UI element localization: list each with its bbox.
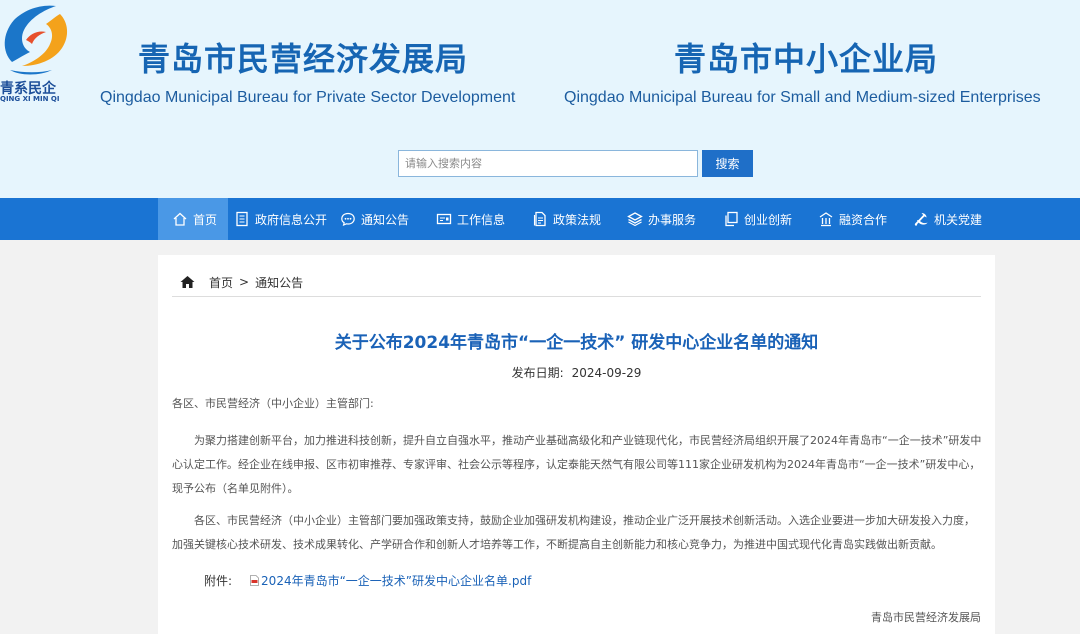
nav-item-label: 政策法规	[553, 212, 602, 227]
breadcrumb-current[interactable]: 通知公告	[255, 274, 303, 291]
breadcrumb-separator: >	[239, 275, 250, 289]
nav-item-gov-info[interactable]: 政府信息公开	[234, 198, 327, 240]
main-nav: 首页 政府信息公开 通知公告 工作信息 政策法规 办事服务 创业创新 融资合作 …	[0, 198, 1080, 240]
id-card-icon	[436, 211, 452, 227]
site-logo[interactable]: 青系民企 QING XI MIN QI	[0, 0, 72, 105]
publish-date: 发布日期: 2024-09-29	[158, 364, 995, 381]
nav-item-label: 政府信息公开	[255, 212, 328, 227]
nav-item-notices[interactable]: 通知公告	[340, 198, 409, 240]
party-emblem-icon	[913, 211, 929, 227]
nav-item-home[interactable]: 首页	[158, 198, 228, 240]
nav-item-label: 通知公告	[361, 212, 410, 227]
article-paragraph: 为聚力搭建创新平台，加力推进科技创新，提升自立自强水平，推动产业基础高级化和产业…	[172, 434, 982, 495]
nav-item-financing[interactable]: 融资合作	[818, 198, 887, 240]
article-signature: 青岛市民营经济发展局	[871, 611, 981, 624]
pdf-file-icon	[250, 575, 259, 586]
logo-emblem-icon	[4, 5, 68, 75]
publish-date-label: 发布日期:	[511, 366, 564, 380]
breadcrumb-divider	[172, 296, 981, 297]
nav-item-label: 工作信息	[457, 212, 506, 227]
attachment-label: 附件:	[204, 574, 233, 588]
bureau-private-title-cn: 青岛市民营经济发展局	[138, 40, 469, 78]
nav-item-label: 融资合作	[839, 212, 888, 227]
article-paragraph: 各区、市民营经济（中小企业）主管部门要加强政策支持，鼓励企业加强研发机构建设，推…	[172, 514, 975, 551]
article-title: 关于公布2024年青岛市“一企一技术” 研发中心企业名单的通知	[334, 333, 819, 353]
nav-item-innovation[interactable]: 创业创新	[723, 198, 792, 240]
nav-item-label: 办事服务	[648, 212, 697, 227]
breadcrumb: 首页 > 通知公告	[180, 274, 303, 291]
search-input[interactable]	[398, 150, 698, 177]
home-icon	[172, 211, 188, 227]
nav-item-label: 首页	[193, 212, 218, 227]
home-icon[interactable]	[180, 275, 195, 289]
bureau-sme-title-en: Qingdao Municipal Bureau for Small and M…	[564, 89, 1041, 106]
nav-item-work-info[interactable]: 工作信息	[436, 198, 505, 240]
publish-date-value: 2024-09-29	[571, 366, 642, 380]
bureau-sme-title-cn: 青岛市中小企业局	[674, 40, 939, 78]
nav-item-label: 创业创新	[744, 212, 793, 227]
files-icon	[532, 211, 548, 227]
copy-icon	[723, 211, 739, 227]
nav-item-party[interactable]: 机关党建	[913, 198, 982, 240]
document-icon	[234, 211, 250, 227]
attachment-file-link[interactable]: 2024年青岛市“一企一技术”研发中心企业名单.pdf	[261, 572, 531, 589]
chat-icon	[340, 211, 356, 227]
site-header: 青系民企 QING XI MIN QI 青岛市民营经济发展局 Qingdao M…	[0, 0, 1080, 198]
logo-text-en: QING XI MIN QI	[0, 95, 60, 103]
nav-item-policy[interactable]: 政策法规	[532, 198, 601, 240]
article-greeting: 各区、市民营经济（中小企业）主管部门:	[172, 397, 374, 410]
search-button[interactable]: 搜索	[702, 150, 753, 177]
layers-icon	[627, 211, 643, 227]
building-icon	[818, 211, 834, 227]
nav-item-services[interactable]: 办事服务	[627, 198, 696, 240]
nav-item-label: 机关党建	[934, 212, 983, 227]
bureau-private-title-en: Qingdao Municipal Bureau for Private Sec…	[100, 89, 516, 106]
attachment-row: 附件: 2024年青岛市“一企一技术”研发中心企业名单.pdf	[204, 572, 531, 589]
breadcrumb-home-link[interactable]: 首页	[209, 274, 233, 291]
article-panel: 首页 > 通知公告 关于公布2024年青岛市“一企一技术” 研发中心企业名单的通…	[158, 255, 995, 634]
